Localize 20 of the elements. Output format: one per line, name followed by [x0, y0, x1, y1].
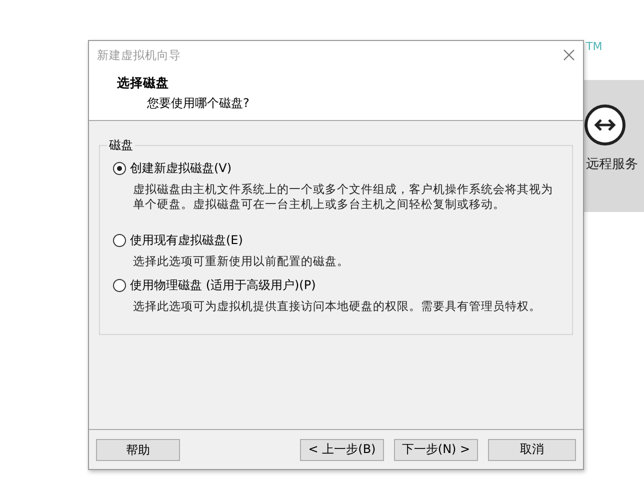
window-title: 新建虚拟机向导 — [97, 48, 181, 62]
option-description: 选择此选项可重新使用以前配置的磁盘。 — [133, 254, 350, 269]
option-label[interactable]: 使用现有虚拟磁盘(E) — [130, 232, 243, 249]
dialog-button[interactable]: 下一步(N) > — [394, 438, 478, 460]
option-description: 虚拟磁盘由主机文件系统上的一个或多个文件组成，客户机操作系统会将其视为单个硬盘。虚拟磁盘可在一台主机上或多台主机之间轻松复制或移动。 — [133, 182, 553, 212]
page-subtitle: 您要使用哪个磁盘? — [147, 95, 250, 112]
trademark-text: TM — [586, 40, 602, 53]
radio-button[interactable] — [113, 279, 126, 292]
page-title: 选择磁盘 — [117, 75, 170, 92]
dialog-button[interactable]: 帮助 — [96, 439, 180, 461]
dialog-button[interactable]: < 上一步(B) — [300, 438, 384, 460]
radio-button[interactable] — [113, 234, 126, 247]
option-label[interactable]: 使用物理磁盘 (适用于高级用户)(P) — [130, 277, 316, 294]
close-icon[interactable] — [563, 49, 575, 61]
group-label: 磁盘 — [108, 137, 134, 154]
option-description: 选择此选项可为虚拟机提供直接访问本地硬盘的权限。需要具有管理员特权。 — [133, 299, 542, 314]
radio-button[interactable] — [113, 162, 126, 175]
option-label[interactable]: 创建新虚拟磁盘(V) — [130, 160, 232, 177]
tile-label: 远程服务 — [586, 156, 638, 173]
dialog-button[interactable]: 取消 — [488, 438, 576, 460]
